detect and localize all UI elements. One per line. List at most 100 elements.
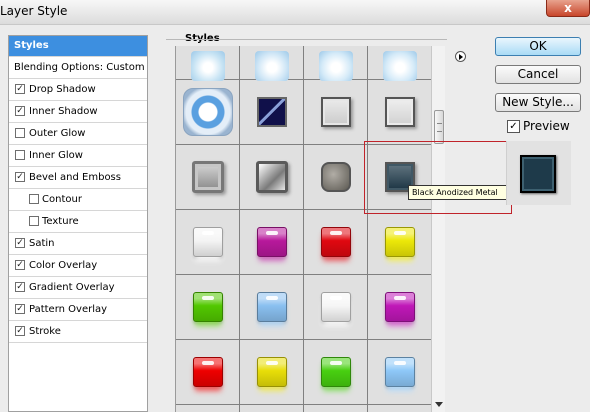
preview-swatch [520, 155, 556, 193]
grid-line [367, 46, 368, 412]
style-swatch[interactable] [385, 227, 415, 257]
sidebar-item-label: Inner Shadow [29, 106, 98, 117]
styles-scrollbar[interactable] [431, 46, 445, 412]
grid-line [303, 46, 304, 412]
swatch-highlight [266, 296, 278, 300]
effect-checkbox[interactable]: ✓ [15, 260, 25, 270]
style-swatch[interactable] [385, 97, 415, 127]
style-swatch[interactable] [183, 88, 233, 136]
sidebar-item-label: Color Overlay [29, 260, 98, 271]
swatch-highlight [330, 361, 342, 365]
styles-grid [175, 46, 432, 412]
selection-highlight [364, 141, 512, 214]
effect-checkbox[interactable]: ✓ [15, 106, 25, 116]
sidebar-item-label: Stroke [29, 326, 61, 337]
effects-list: Styles Blending Options: Custom ✓ Drop Shad… [8, 35, 148, 412]
window-title: Layer Style [0, 4, 68, 18]
style-swatch[interactable] [319, 51, 353, 81]
effect-checkbox[interactable]: ✓ [15, 326, 25, 336]
scrollbar-thumb[interactable] [434, 110, 444, 144]
sidebar-item-label: Texture [42, 216, 79, 227]
sidebar-item-label: Gradient Overlay [29, 282, 115, 293]
style-swatch[interactable] [321, 292, 351, 322]
effect-checkbox[interactable]: ✓ [15, 172, 25, 182]
sidebar-item-label: Satin [29, 238, 55, 249]
style-swatch[interactable] [193, 357, 223, 387]
style-swatch[interactable] [385, 292, 415, 322]
sidebar-item-inner-shadow[interactable]: ✓ Inner Shadow [9, 102, 147, 123]
styles-menu-arrow-icon[interactable] [455, 51, 466, 62]
effect-checkbox[interactable] [15, 128, 25, 138]
style-swatch[interactable] [383, 51, 417, 81]
sidebar-item-label: Drop Shadow [29, 84, 96, 95]
sidebar-item-outer-glow[interactable]: Outer Glow [9, 124, 147, 145]
grid-line [176, 274, 432, 275]
effect-checkbox[interactable]: ✓ [15, 238, 25, 248]
style-swatch[interactable] [257, 357, 287, 387]
scroll-down-arrow-icon[interactable] [435, 402, 443, 407]
style-swatch[interactable] [192, 161, 224, 193]
style-swatch[interactable] [321, 227, 351, 257]
swatch-highlight [266, 231, 278, 235]
grid-line [176, 404, 432, 405]
sidebar-item-label: Blending Options: Custom [14, 62, 145, 73]
style-swatch[interactable] [385, 357, 415, 387]
sidebar-item-label: Inner Glow [29, 150, 83, 161]
style-swatch[interactable] [257, 227, 287, 257]
sidebar-item-styles[interactable]: Styles [9, 36, 147, 57]
sidebar-item-pattern-overlay[interactable]: ✓ Pattern Overlay [9, 300, 147, 321]
effect-checkbox[interactable] [29, 194, 39, 204]
style-swatch[interactable] [321, 162, 351, 192]
effect-checkbox[interactable]: ✓ [15, 84, 25, 94]
swatch-highlight [202, 361, 214, 365]
preview-checkbox[interactable]: ✓ [507, 120, 520, 133]
sidebar-item-inner-glow[interactable]: Inner Glow [9, 146, 147, 167]
sidebar-item-color-overlay[interactable]: ✓ Color Overlay [9, 256, 147, 277]
sidebar-item-gradient-overlay[interactable]: ✓ Gradient Overlay [9, 278, 147, 299]
swatch-highlight [202, 296, 214, 300]
style-swatch[interactable] [257, 97, 287, 127]
style-swatch[interactable] [257, 292, 287, 322]
style-tooltip: Black Anodized Metal [408, 185, 511, 200]
style-swatch[interactable] [256, 161, 288, 193]
effect-checkbox[interactable] [29, 216, 39, 226]
sidebar-item-label: Contour [42, 194, 82, 205]
styles-group-border [166, 39, 447, 40]
swatch-highlight [394, 231, 406, 235]
style-swatch[interactable] [321, 97, 351, 127]
style-swatch[interactable] [191, 51, 225, 81]
effect-checkbox[interactable]: ✓ [15, 282, 25, 292]
style-swatch[interactable] [255, 51, 289, 81]
sidebar-item-bevel-and-emboss[interactable]: ✓ Bevel and Emboss [9, 168, 147, 189]
sidebar-item-drop-shadow[interactable]: ✓ Drop Shadow [9, 80, 147, 101]
sidebar-item-blending-options-custom[interactable]: Blending Options: Custom [9, 58, 147, 79]
swatch-highlight [202, 231, 214, 235]
sidebar-item-stroke[interactable]: ✓ Stroke [9, 322, 147, 343]
sidebar-item-label: Bevel and Emboss [29, 172, 121, 183]
swatch-highlight [266, 361, 278, 365]
style-swatch[interactable] [193, 292, 223, 322]
sidebar-item-contour[interactable]: Contour [9, 190, 147, 211]
sidebar-item-label: Pattern Overlay [29, 304, 108, 315]
preview-label: Preview [523, 119, 570, 133]
title-bar: Layer Style x [0, 0, 590, 25]
swatch-highlight [330, 296, 342, 300]
close-button[interactable]: x [546, 0, 590, 17]
sidebar-item-label: Styles [14, 40, 49, 51]
swatch-highlight [394, 296, 406, 300]
grid-line [176, 339, 432, 340]
style-swatch[interactable] [321, 357, 351, 387]
cancel-button[interactable]: Cancel [495, 65, 581, 84]
sidebar-item-label: Outer Glow [29, 128, 86, 139]
grid-line [239, 46, 240, 412]
sidebar-item-texture[interactable]: Texture [9, 212, 147, 233]
swatch-highlight [330, 231, 342, 235]
new-style-button[interactable]: New Style... [495, 93, 581, 112]
sidebar-item-satin[interactable]: ✓ Satin [9, 234, 147, 255]
ok-button[interactable]: OK [495, 37, 581, 56]
preview-pane [506, 141, 571, 205]
style-swatch[interactable] [193, 227, 223, 257]
effect-checkbox[interactable]: ✓ [15, 304, 25, 314]
swatch-highlight [394, 361, 406, 365]
effect-checkbox[interactable] [15, 150, 25, 160]
